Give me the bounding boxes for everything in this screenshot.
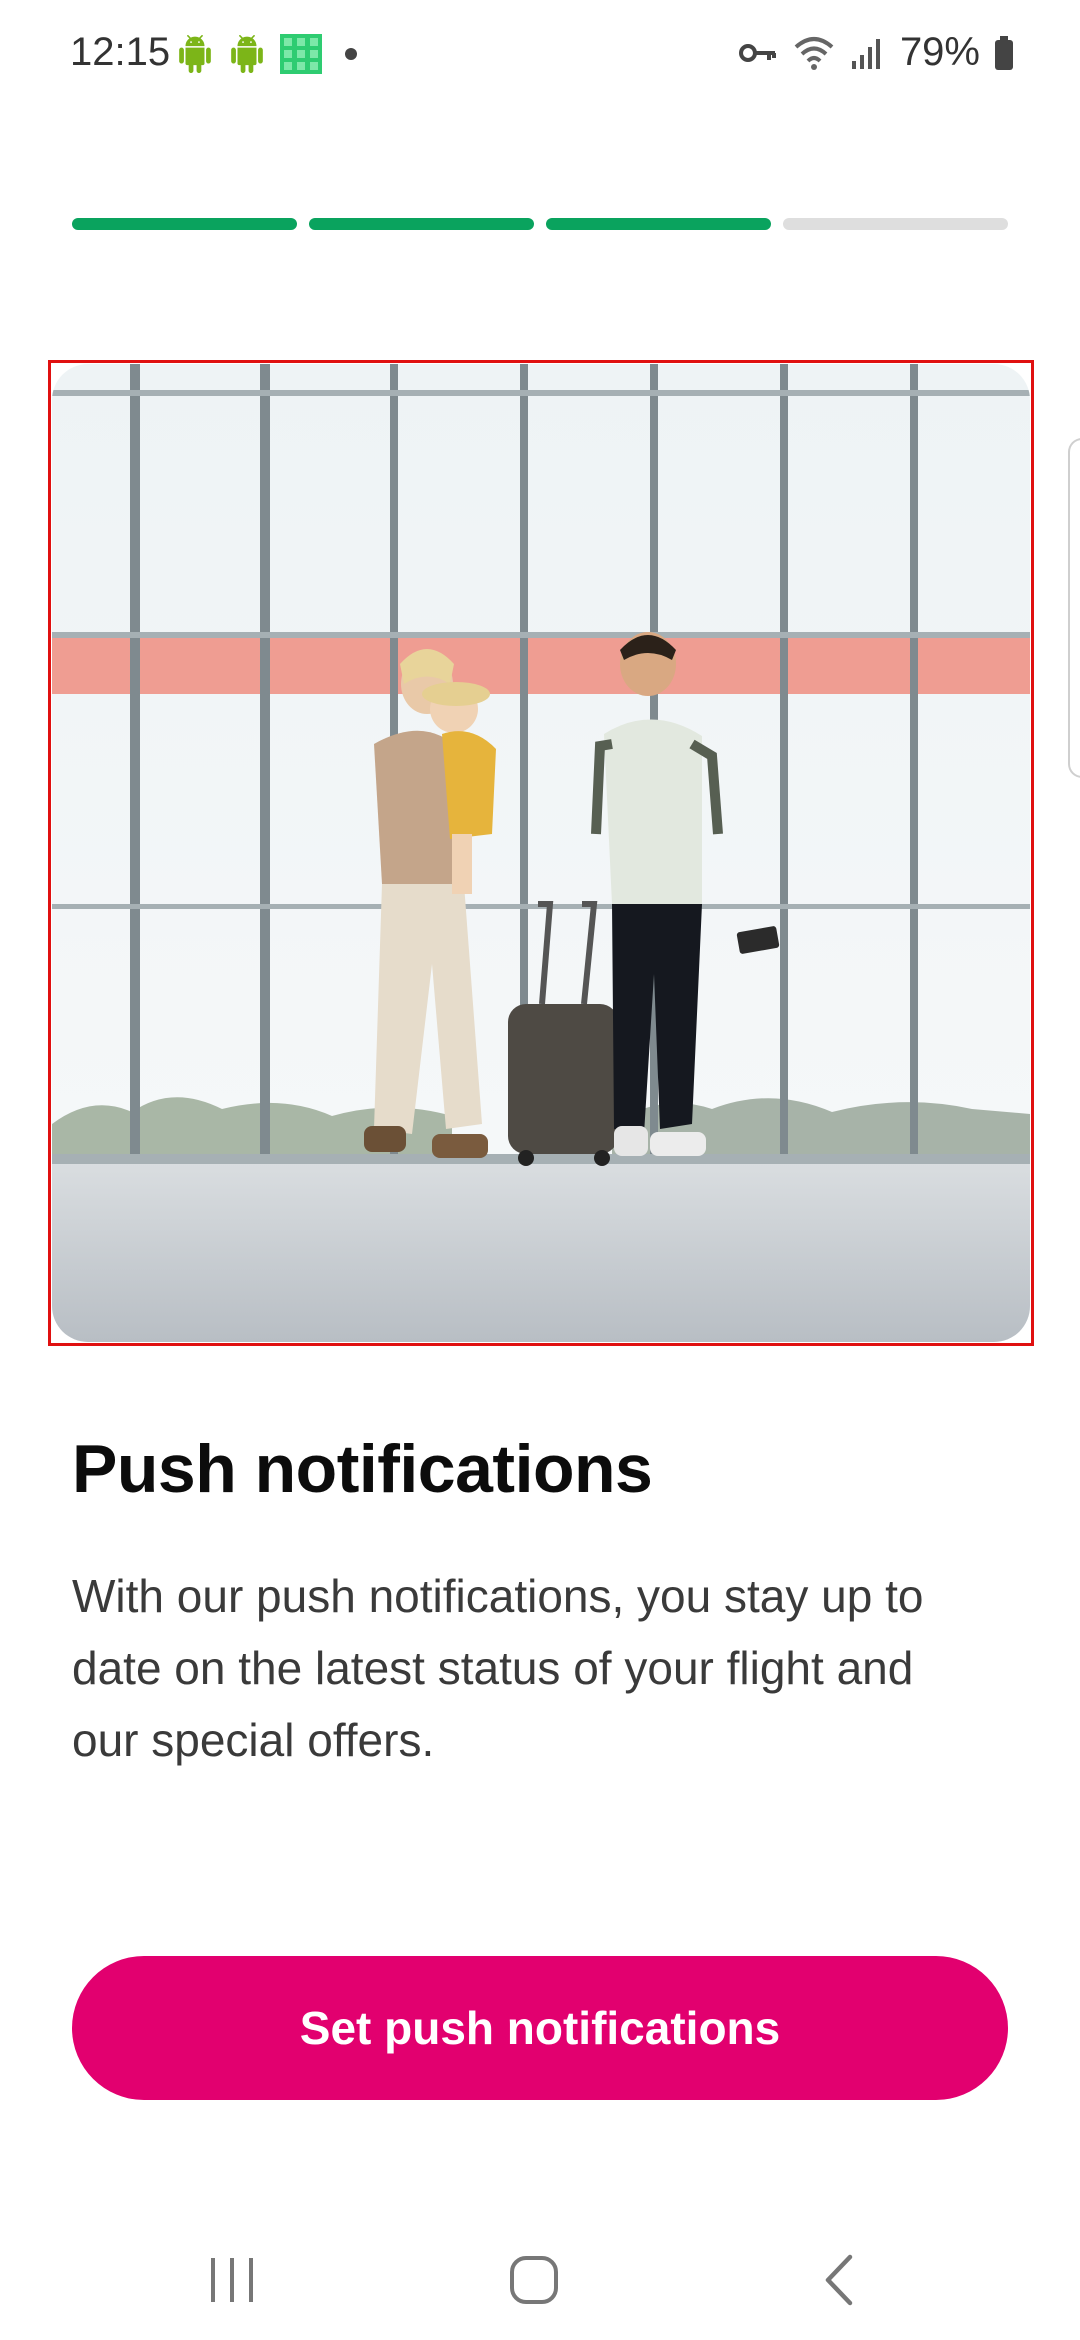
family-walking-airport-photo <box>52 364 1030 1342</box>
status-bar: 12:15 79% <box>0 0 1080 110</box>
onboarding-progress <box>72 218 1008 230</box>
set-push-notifications-button[interactable]: Set push notifications <box>72 1956 1008 2100</box>
edge-panel-handle[interactable] <box>1068 438 1080 778</box>
progress-step-2 <box>309 218 534 230</box>
notification-icons <box>176 34 366 74</box>
status-time: 12:15 <box>70 30 171 74</box>
back-icon <box>825 2254 853 2306</box>
progress-step-4 <box>783 218 1008 230</box>
description-text: With our push notifications, you stay up… <box>72 1570 924 1766</box>
progress-step-1 <box>72 218 297 230</box>
home-button[interactable] <box>494 2250 574 2310</box>
hero-image <box>52 364 1030 1342</box>
android-icon <box>231 35 263 73</box>
recent-apps-button[interactable] <box>192 2250 272 2310</box>
app-grid-icon <box>280 34 322 74</box>
android-icon <box>179 35 211 73</box>
system-navigation-bar <box>0 2220 1080 2320</box>
page-title: Push notifications <box>72 1431 653 1507</box>
battery-percentage: 79% <box>899 30 980 74</box>
system-icons: 79% <box>738 30 1014 75</box>
home-icon <box>510 2256 558 2304</box>
recent-apps-icon <box>211 2258 253 2302</box>
dot-icon <box>345 48 357 60</box>
progress-step-3 <box>546 218 771 230</box>
wifi-icon <box>794 36 834 70</box>
signal-icon <box>851 38 880 69</box>
back-button[interactable] <box>798 2250 878 2310</box>
vpn-key-icon <box>738 43 776 62</box>
battery-icon <box>995 35 1013 70</box>
